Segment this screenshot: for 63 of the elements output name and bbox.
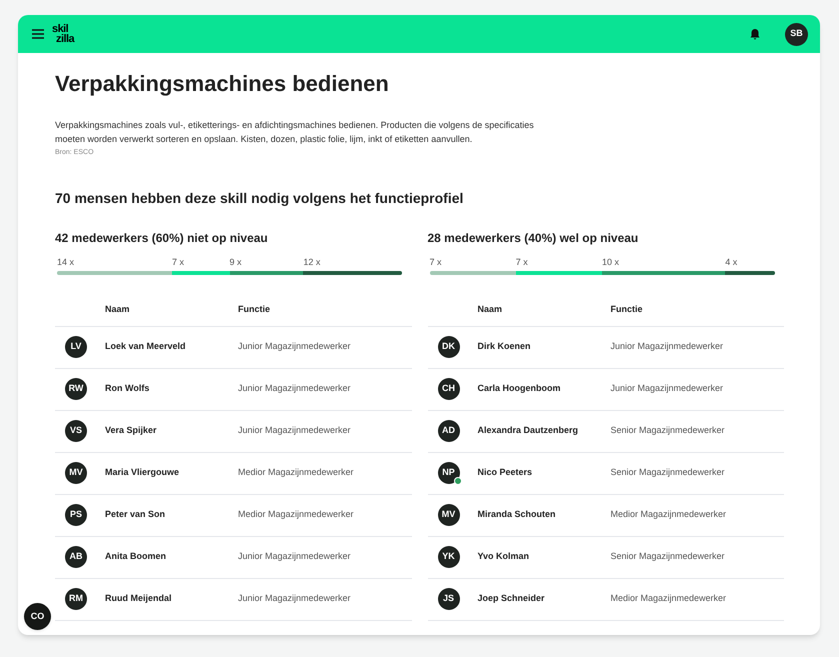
avatar: AD: [438, 420, 460, 442]
group-heading: 42 medewerkers (60%) niet op niveau: [55, 230, 269, 246]
avatar: DK: [438, 336, 460, 358]
avatar: RW: [65, 378, 87, 400]
employee-name: Dirk Koenen: [478, 340, 532, 354]
job-title: Junior Magazijnmedewerker: [238, 592, 351, 606]
job-title: Junior Magazijnmedewerker: [238, 424, 351, 438]
employee-name: Ruud Meijendal: [105, 592, 173, 606]
count-label: 12 x: [303, 256, 320, 268]
avatar: JS: [438, 588, 460, 610]
bell-icon[interactable]: [749, 28, 761, 40]
skill-description: Verpakkingsmachines zoals vul-, etiketterings- en afdichtingsmachines bedienen. Producten die volgens de specificaties moeten worden verwerkt sorteren en opslaan. Kisten, dozen, plastic folie, lijm, inkt of etiketten aanvullen.: [55, 119, 535, 146]
avatar: NP: [438, 462, 460, 484]
count-label: 7 x: [430, 256, 442, 268]
employee-name: Nico Peeters: [478, 466, 534, 480]
avatar: LV: [65, 336, 87, 358]
job-title: Junior Magazijnmedewerker: [238, 340, 351, 354]
summary-heading: 70 mensen hebben deze skill nodig volgens het functieprofiel: [55, 188, 464, 208]
logo: skil zilla: [52, 24, 74, 44]
count-label: 4 x: [725, 256, 738, 268]
job-title: Medior Magazijnmedewerker: [610, 508, 726, 522]
employee-name: Joep Schneider: [478, 592, 546, 606]
count-label: 7 x: [172, 256, 184, 268]
avatar: VS: [65, 420, 87, 442]
count-label: 7 x: [516, 256, 528, 268]
count-label: 9 x: [230, 256, 242, 268]
employee-name: Ron Wolfs: [105, 382, 150, 396]
menu-icon[interactable]: [32, 29, 44, 39]
job-title: Medior Magazijnmedewerker: [238, 466, 354, 480]
employee-name: Loek van Meerveld: [105, 340, 187, 354]
employee-name: Vera Spijker: [105, 424, 158, 438]
avatar: AB: [65, 546, 87, 568]
job-title: Junior Magazijnmedewerker: [238, 382, 351, 396]
job-title: Medior Magazijnmedewerker: [610, 592, 726, 606]
avatar: MV: [65, 462, 87, 484]
job-title: Senior Magazijnmedewerker: [610, 424, 725, 438]
job-title: Junior Magazijnmedewerker: [238, 550, 351, 564]
job-title: Medior Magazijnmedewerker: [238, 508, 354, 522]
avatar: MV: [438, 504, 460, 526]
employee-name: Alexandra Dautzenberg: [478, 424, 580, 438]
job-title: Senior Magazijnmedewerker: [610, 550, 725, 564]
employee-name: Anita Boomen: [105, 550, 168, 564]
count-label: 10 x: [602, 256, 620, 268]
job-title: Junior Magazijnmedewerker: [610, 382, 724, 396]
column-header: Naam: [478, 303, 504, 316]
avatar: YK: [438, 546, 460, 568]
employee-name: Carla Hoogenboom: [478, 382, 562, 396]
job-title: Senior Magazijnmedewerker: [610, 466, 725, 480]
employee-name: Maria Vliergouwe: [105, 466, 180, 480]
page-title: Verpakkingsmachines bedienen: [55, 70, 390, 98]
column-header: Functie: [238, 303, 270, 316]
employee-name: Peter van Son: [105, 508, 166, 522]
avatar: PS: [65, 504, 87, 526]
employee-name: Miranda Schouten: [478, 508, 557, 522]
user-avatar[interactable]: SB: [785, 22, 808, 46]
count-label: 14 x: [57, 256, 74, 268]
column-header: Functie: [610, 303, 643, 316]
column-header: Naam: [105, 303, 131, 316]
avatar: CH: [438, 378, 460, 400]
group-heading: 28 medewerkers (40%) wel op niveau: [428, 230, 640, 246]
employee-name: Yvo Kolman: [478, 550, 530, 564]
job-title: Junior Magazijnmedewerker: [610, 340, 724, 354]
avatar: RM: [65, 588, 87, 610]
